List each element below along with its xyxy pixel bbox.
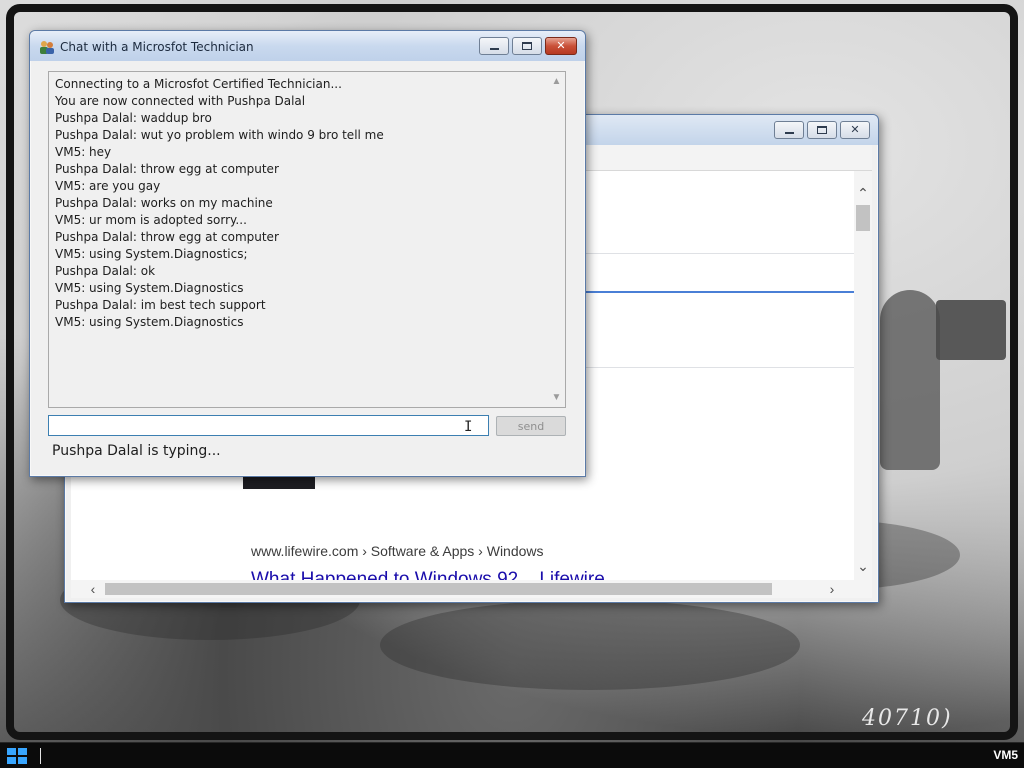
chat-message-log[interactable]: Connecting to a Microsfot Certified Tech…: [48, 71, 566, 408]
chat-window[interactable]: Chat with a Microsfot Technician ✕ Conne…: [29, 30, 586, 477]
chat-caption-buttons: ✕: [479, 37, 577, 55]
vertical-scroll-thumb[interactable]: [856, 205, 870, 231]
scroll-left-icon[interactable]: ‹: [83, 580, 103, 598]
chat-message: VM5: ur mom is adopted sorry...: [55, 213, 247, 227]
scroll-down-icon[interactable]: ⌄: [854, 556, 872, 576]
scroll-up-icon[interactable]: ⌃: [854, 183, 872, 203]
chat-maximize-button[interactable]: [512, 37, 542, 55]
chat-minimize-button[interactable]: [479, 37, 509, 55]
send-button[interactable]: send: [496, 416, 566, 436]
chat-message: Pushpa Dalal: ok: [55, 264, 156, 278]
taskbar: VM5: [0, 742, 1024, 768]
scroll-right-icon[interactable]: ›: [822, 580, 842, 598]
chat-message: You are now connected with Pushpa Dalal: [55, 94, 306, 108]
chat-message: VM5: are you gay: [55, 179, 161, 193]
chat-message: Connecting to a Microsfot Certified Tech…: [55, 77, 342, 91]
result-url[interactable]: www.lifewire.com › Software & Apps › Win…: [251, 543, 544, 559]
result-title-link[interactable]: What Happened to Windows 92... Lifewire: [251, 569, 605, 580]
chat-body: Connecting to a Microsfot Certified Tech…: [38, 61, 577, 468]
browser-maximize-button[interactable]: [807, 121, 837, 139]
chat-message: Pushpa Dalal: waddup bro: [55, 111, 212, 125]
users-chat-icon: [40, 41, 54, 54]
taskbar-divider: [40, 748, 41, 764]
chat-message: Pushpa Dalal: wut yo problem with windo …: [55, 128, 384, 142]
chat-message: VM5: using System.Diagnostics: [55, 315, 244, 329]
maximize-icon: [817, 126, 827, 134]
result-thumbnail[interactable]: [243, 475, 315, 489]
scroll-down-icon[interactable]: ▼: [548, 392, 565, 403]
horizontal-scroll-thumb[interactable]: [105, 583, 772, 595]
close-icon: ✕: [556, 39, 566, 52]
i-beam-cursor-icon: I: [464, 419, 473, 435]
chat-message: Pushpa Dalal: throw egg at computer: [55, 230, 279, 244]
typing-status: Pushpa Dalal is typing...: [52, 443, 221, 459]
browser-caption-buttons: ✕: [774, 121, 870, 139]
chat-message: VM5: using System.Diagnostics: [55, 281, 244, 295]
windows-logo-icon[interactable]: [6, 747, 28, 765]
chat-message: Pushpa Dalal: im best tech support: [55, 298, 266, 312]
wallpaper-caption: 40710): [862, 706, 953, 731]
browser-vertical-scrollbar[interactable]: ⌃ ⌄: [854, 171, 872, 580]
chat-message: Pushpa Dalal: throw egg at computer: [55, 162, 279, 176]
machine-label: VM5: [993, 748, 1018, 762]
chat-message: VM5: using System.Diagnostics;: [55, 247, 248, 261]
browser-minimize-button[interactable]: [774, 121, 804, 139]
scroll-up-icon[interactable]: ▲: [548, 76, 565, 87]
maximize-icon: [522, 42, 532, 50]
chat-window-title: Chat with a Microsfot Technician: [60, 40, 254, 54]
minimize-icon: [489, 48, 499, 50]
chat-message: VM5: hey: [55, 145, 112, 159]
close-icon: ✕: [850, 123, 860, 136]
browser-close-button[interactable]: ✕: [840, 121, 870, 139]
message-input[interactable]: [48, 415, 489, 436]
chat-log-scrollbar[interactable]: ▲ ▼: [548, 72, 565, 407]
chat-message: Pushpa Dalal: works on my machine: [55, 196, 273, 210]
chat-close-button[interactable]: ✕: [545, 37, 577, 55]
chat-message-list: Connecting to a Microsfot Certified Tech…: [55, 76, 559, 331]
minimize-icon: [784, 132, 794, 134]
chat-titlebar[interactable]: Chat with a Microsfot Technician ✕: [30, 31, 585, 61]
browser-horizontal-scrollbar[interactable]: ‹ ›: [71, 580, 872, 598]
